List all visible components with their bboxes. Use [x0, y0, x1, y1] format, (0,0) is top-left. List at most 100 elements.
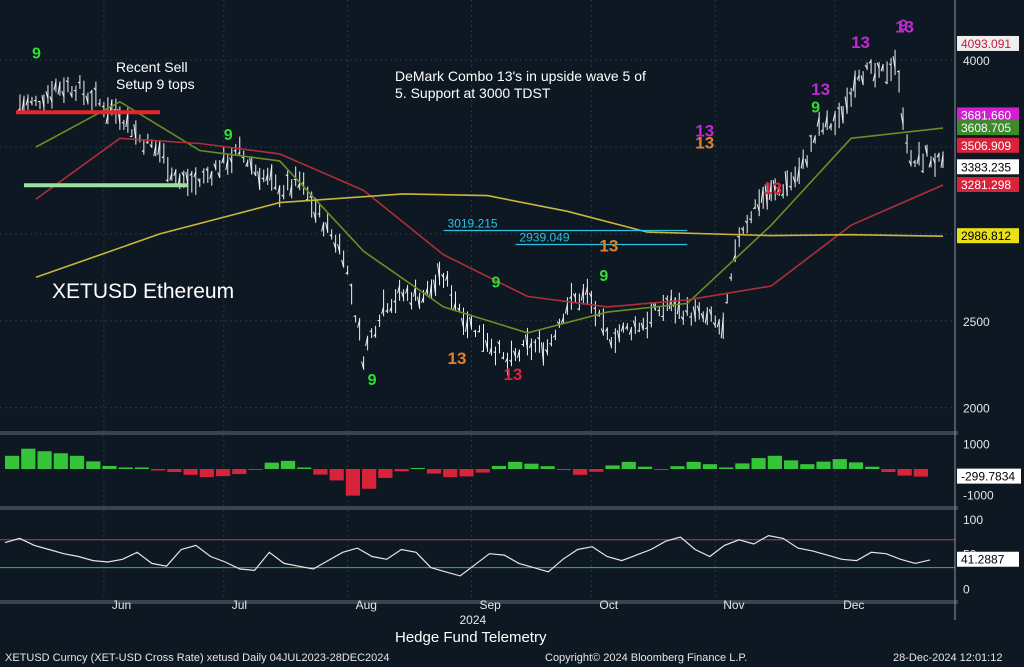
oscillator-bar	[751, 458, 766, 469]
oscillator-bar	[605, 465, 620, 469]
value-tag-label: 4093.091	[961, 37, 1011, 51]
value-tag-label: 3281.298	[961, 178, 1011, 192]
price-tick-label: 2000	[963, 402, 990, 416]
oscillator-bar	[735, 463, 750, 469]
oscillator-bar	[621, 461, 636, 469]
demark-note: DeMark Combo 13's in upside wave 5 of 5.…	[395, 68, 646, 102]
value-tag-label: 3608.705	[961, 121, 1011, 135]
demark-count: 13	[851, 33, 870, 52]
oscillator-bar	[362, 469, 377, 489]
footer-instrument: XETUSD Curncy (XET-USD Cross Rate) xetus…	[5, 652, 390, 664]
demark-count: 9	[811, 99, 820, 116]
oscillator-bar	[832, 459, 847, 469]
demark-count: 9	[599, 268, 608, 285]
tdst-level-label: 3019.215	[448, 217, 498, 231]
footer-timestamp: 28-Dec-2024 12:01:12	[893, 652, 1003, 664]
month-label: Dec	[843, 598, 864, 612]
oscillator-bar	[540, 466, 555, 469]
oscillator-bar	[151, 469, 166, 471]
oscillator-bar	[654, 469, 669, 471]
osc1-tick-label: 1000	[963, 438, 990, 452]
oscillator-bar	[5, 455, 20, 469]
panel-separator	[0, 506, 958, 510]
oscillator-bar	[215, 469, 231, 477]
demark-note-line-2: 5. Support at 3000 TDST	[395, 85, 551, 101]
oscillator-bar	[589, 469, 604, 472]
oscillator-bar	[69, 455, 85, 469]
oscillator-bar	[345, 469, 361, 496]
oscillator-bar	[313, 469, 328, 475]
instrument-label: XETUSD Ethereum	[52, 280, 235, 303]
oscillator-bar	[816, 461, 831, 469]
month-label: Jul	[232, 598, 247, 612]
oscillator-bar	[913, 469, 928, 477]
osc2-last-label: 41.2887	[961, 553, 1005, 567]
sell-setup-note: Recent Sell Setup 9 tops	[116, 59, 195, 93]
month-label: Aug	[356, 598, 377, 612]
value-tag-label: 3506.909	[961, 139, 1011, 153]
oscillator-bar	[248, 469, 263, 471]
demark-count: 9	[224, 127, 233, 144]
oscillator-bar	[848, 462, 864, 469]
demark-count: 9	[32, 45, 41, 62]
oscillator-bar	[53, 453, 68, 469]
price-bar-open	[73, 89, 77, 92]
demark-count: 13	[503, 365, 522, 384]
moving-average-line	[35, 193, 944, 279]
oscillator-bar	[21, 448, 36, 469]
oscillator-bar	[183, 469, 198, 475]
oscillators	[0, 448, 955, 577]
demark-count: 13	[448, 349, 467, 368]
osc1-tick-label: -1000	[963, 488, 994, 502]
oscillator-bar	[297, 467, 312, 469]
oscillator-bar	[800, 464, 815, 469]
demark-count: 13	[763, 179, 782, 198]
oscillator-bar	[881, 469, 896, 473]
oscillator-bar	[280, 460, 296, 469]
oscillator-bar	[443, 469, 458, 478]
month-label: Oct	[599, 598, 618, 612]
price-bar-open	[665, 298, 668, 300]
month-label: Nov	[723, 598, 744, 612]
price-tick-label: 4000	[963, 54, 990, 68]
demark-count: 13	[599, 236, 618, 255]
oscillator-bar	[783, 460, 799, 469]
oscillator-bar	[767, 455, 782, 469]
demark-count: 9	[491, 275, 500, 292]
price-bar-open	[637, 330, 640, 332]
month-label: Jun	[112, 598, 131, 612]
oscillator-bar	[102, 465, 117, 469]
osc2-line	[4, 534, 931, 577]
value-tag-label: 2986.812	[961, 229, 1011, 243]
demark-count: 9	[368, 372, 377, 389]
oscillator-bar	[426, 469, 442, 474]
oscillator-bar	[264, 462, 279, 469]
credit-label: Hedge Fund Telemetry	[395, 629, 547, 646]
oscillator-bar	[686, 461, 701, 469]
oscillator-bar	[118, 467, 133, 469]
year-label: 2024	[460, 613, 487, 627]
oscillator-bar	[378, 469, 393, 478]
oscillator-bar	[232, 469, 247, 475]
sell-setup-line-1: Recent Sell	[116, 59, 188, 75]
oscillator-bar	[410, 467, 425, 469]
oscillator-bar	[167, 469, 182, 473]
demark-count: 9	[899, 18, 908, 35]
footer-copyright: Copyright© 2024 Bloomberg Finance L.P.	[545, 652, 748, 664]
oscillator-bar	[637, 466, 653, 469]
oscillator-bar	[670, 466, 685, 469]
demark-count: 13	[695, 122, 714, 141]
tdst-level-label: 2939.049	[519, 230, 569, 244]
oscillator-bar	[134, 467, 150, 469]
oscillator-bar	[865, 466, 880, 469]
month-label: Sep	[479, 598, 501, 612]
oscillator-bar	[719, 467, 734, 469]
oscillator-bar	[475, 469, 490, 473]
oscillator-bar	[508, 461, 523, 469]
demark-note-line-1: DeMark Combo 13's in upside wave 5 of	[395, 68, 646, 84]
tdst-levels: 3019.215 2939.049	[15, 110, 688, 246]
oscillator-bar	[897, 469, 912, 476]
oscillator-bar	[86, 461, 101, 469]
demark-count: 13	[811, 80, 830, 99]
oscillator-bar	[556, 469, 571, 471]
